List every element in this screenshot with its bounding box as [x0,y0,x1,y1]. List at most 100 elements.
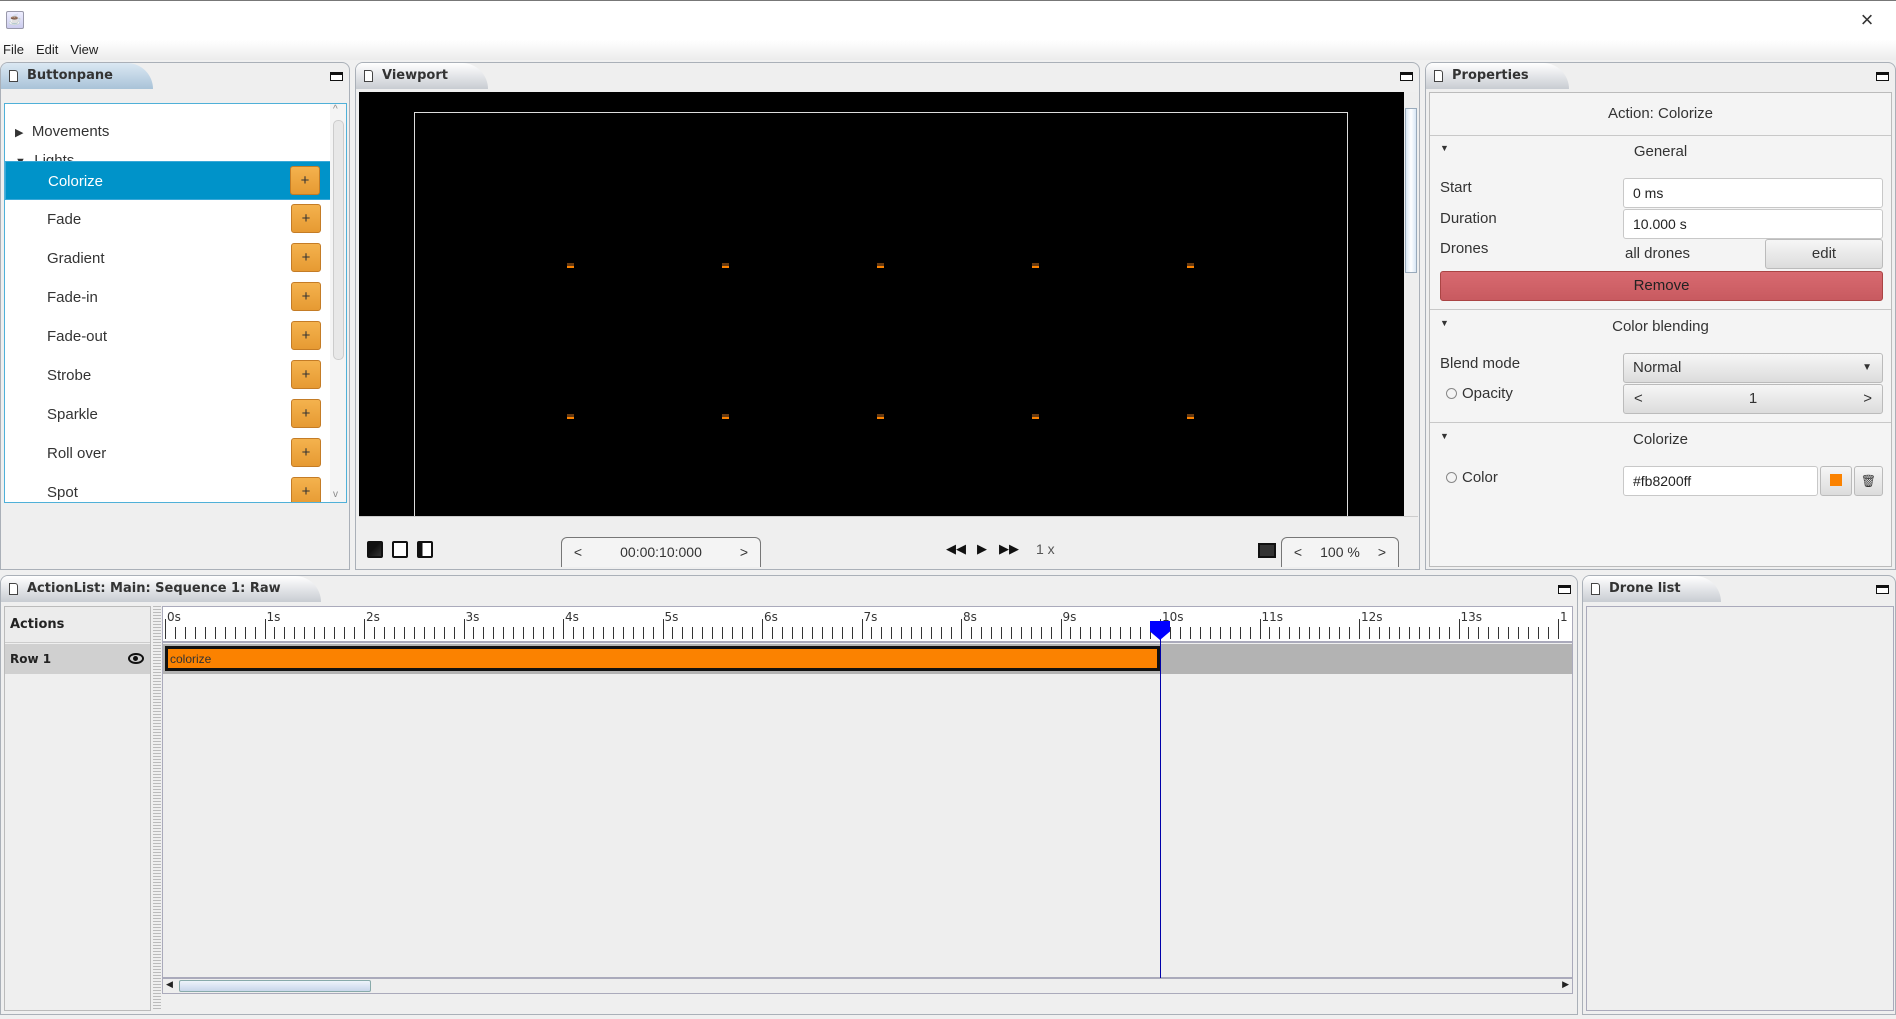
maximize-icon[interactable] [1558,585,1571,594]
menu-edit[interactable]: Edit [36,40,58,60]
drone-marker[interactable] [1032,414,1039,419]
section-colorize-title[interactable]: Colorize [1430,431,1891,448]
add-action-button[interactable]: + [291,243,321,272]
maximize-icon[interactable] [1876,72,1889,81]
viewport-horizontal-scrollbar[interactable] [359,516,1418,530]
tree-item[interactable]: Spot + [5,473,331,502]
tree-category-movements[interactable]: ▶ Movements [15,118,109,146]
side-view-icon[interactable] [392,541,408,558]
tree-item[interactable]: Strobe + [5,356,331,395]
blend-mode-select[interactable]: Normal ▼ [1623,353,1883,383]
expand-arrow-icon[interactable]: ▶ [15,127,23,139]
drone-marker[interactable] [1187,263,1194,268]
scrollbar-thumb[interactable] [1405,108,1417,273]
maximize-icon[interactable] [1876,585,1889,594]
tree-item[interactable]: Gradient + [5,239,331,278]
ruler-tick [662,619,664,639]
animate-timer-icon[interactable] [1446,388,1457,399]
drone-marker[interactable] [1187,414,1194,419]
viewport-panel: Viewport < 00:00:10:000 > ◀◀ ▶ ▶▶ 1 x < … [355,62,1420,570]
timeline[interactable]: 0s 1s 2s 3s 4s 5s 6s 7s 8s 9s 10s 11s 12s 13s 1 colori… [162,606,1573,979]
front-view-icon[interactable] [367,541,383,558]
drone-marker[interactable] [1032,263,1039,268]
top-view-icon[interactable] [417,541,433,558]
close-window-button[interactable]: × [1852,7,1882,35]
opacity-decrease[interactable]: < [1634,385,1643,413]
drone-marker[interactable] [567,414,574,419]
drone-marker[interactable] [567,263,574,268]
remove-button[interactable]: Remove [1440,271,1883,301]
playhead-line [1160,621,1161,979]
menu-view[interactable]: View [70,40,98,60]
maximize-icon[interactable] [330,72,343,81]
zoom-in-button[interactable]: > [1372,538,1392,566]
tree-item[interactable]: Fade-in + [5,278,331,317]
tree-item[interactable]: Fade-out + [5,317,331,356]
tree-item[interactable]: Colorize + [5,161,331,200]
add-action-button[interactable]: + [291,204,321,233]
visibility-eye-icon[interactable] [128,653,144,664]
opacity-increase[interactable]: > [1863,385,1872,413]
tree-item[interactable]: Fade + [5,200,331,239]
color-picker-button[interactable] [1820,466,1852,496]
drone-marker[interactable] [722,414,729,419]
ruler-tick [1010,627,1012,639]
time-value[interactable]: 00:00:10:000 [592,538,730,566]
opacity-value[interactable]: 1 [1749,390,1757,407]
playback-speed[interactable]: 1 x [1036,541,1055,557]
tab-properties[interactable]: Properties [1426,63,1569,89]
fast-forward-icon[interactable]: ▶▶ [999,541,1019,557]
ruler-tick [254,627,256,639]
section-general-title[interactable]: General [1430,143,1891,160]
tab-dronelist[interactable]: Drone list [1583,576,1721,602]
add-action-button[interactable]: + [291,321,321,350]
edit-drones-button[interactable]: edit [1765,239,1883,269]
add-action-button[interactable]: + [291,477,321,502]
splitter-handle[interactable] [153,606,161,1011]
add-action-button[interactable]: + [291,360,321,389]
maximize-icon[interactable] [1400,72,1413,81]
tree-item[interactable]: Sparkle + [5,395,331,434]
ruler-tick [990,627,992,639]
tab-buttonpane[interactable]: Buttonpane [1,63,153,89]
start-input[interactable]: 0 ms [1623,178,1883,208]
tab-actionlist[interactable]: ActionList: Main: Sequence 1: Raw [1,576,321,602]
drone-marker[interactable] [877,263,884,268]
viewport-canvas[interactable] [359,92,1404,522]
scroll-right-icon[interactable]: ▶ [1562,979,1569,990]
time-prev-button[interactable]: < [568,538,588,566]
ruler-tick [563,619,564,639]
scrollbar-thumb[interactable] [179,980,371,992]
duration-input[interactable]: 10.000 s [1623,209,1883,239]
delete-color-button[interactable]: 🗑 [1854,466,1883,496]
time-next-button[interactable]: > [734,538,754,566]
tab-viewport[interactable]: Viewport [356,63,488,89]
drone-marker[interactable] [877,414,884,419]
drone-marker[interactable] [722,263,729,268]
timeline-horizontal-scrollbar[interactable]: ◀ ▶ [162,978,1573,994]
menu-file[interactable]: File [3,40,24,60]
time-spinner: < 00:00:10:000 > [561,537,761,567]
add-action-button[interactable]: + [291,438,321,467]
add-action-button[interactable]: + [290,166,320,195]
zoom-value[interactable]: 100 % [1312,538,1368,566]
action-block-colorize[interactable]: colorize [165,646,1160,671]
tree-scrollbar[interactable]: ^ v [330,104,346,502]
zoom-out-button[interactable]: < [1288,538,1308,566]
animate-timer-icon[interactable] [1446,472,1457,483]
row-header[interactable]: Row 1 [5,644,150,674]
fit-to-screen-icon[interactable] [1258,543,1276,558]
time-ruler[interactable]: 0s 1s 2s 3s 4s 5s 6s 7s 8s 9s 10s 11s 12s 13s 1 [163,607,1572,643]
color-input[interactable]: #fb8200ff [1623,466,1818,496]
ruler-tick [951,627,953,639]
scroll-left-icon[interactable]: ◀ [166,979,173,990]
tree-item[interactable]: Roll over + [5,434,331,473]
section-blending-title[interactable]: Color blending [1430,318,1891,335]
play-icon[interactable]: ▶ [977,541,987,557]
rewind-icon[interactable]: ◀◀ [946,541,966,557]
track-row-1[interactable]: colorize [163,644,1572,674]
add-action-button[interactable]: + [291,282,321,311]
viewport-vertical-scrollbar[interactable] [1404,92,1418,516]
scrollbar-thumb[interactable] [333,120,344,360]
add-action-button[interactable]: + [291,399,321,428]
